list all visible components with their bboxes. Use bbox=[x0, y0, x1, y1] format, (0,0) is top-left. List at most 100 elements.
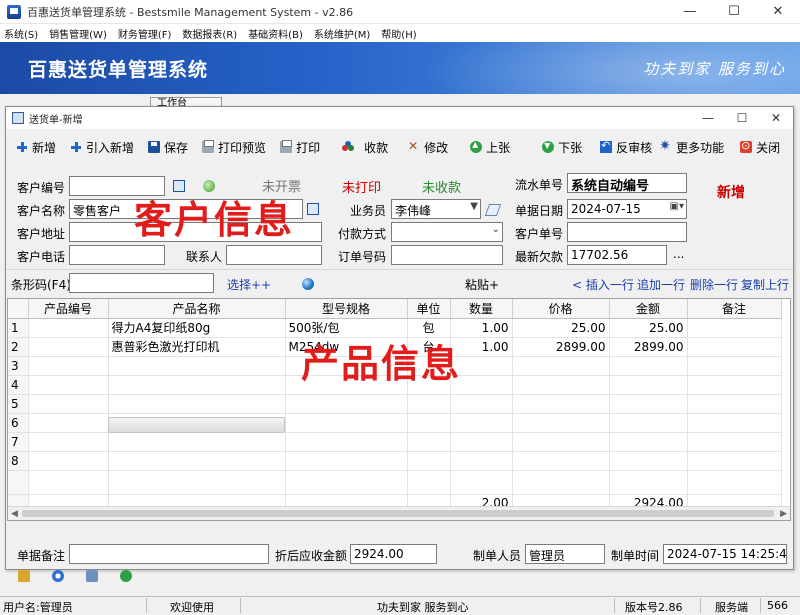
menu-basic-data[interactable]: 基础资料(B) bbox=[248, 26, 303, 41]
barcode-input[interactable] bbox=[69, 273, 214, 293]
debt-details-button[interactable]: ... bbox=[673, 247, 684, 261]
cell-amount[interactable]: 2899.00 bbox=[609, 337, 688, 357]
cell-remark[interactable] bbox=[687, 375, 782, 395]
cell-qty[interactable] bbox=[450, 375, 513, 395]
scroll-left-icon[interactable]: ◀ bbox=[11, 507, 18, 521]
refresh-icon[interactable] bbox=[203, 180, 215, 192]
table-row[interactable]: 2 惠普彩色激光打印机 M254dw 台 1.00 2899.00 2899.0… bbox=[8, 337, 782, 357]
minimize-button[interactable]: — bbox=[668, 0, 712, 23]
cell-name[interactable]: 惠普彩色激光打印机 bbox=[108, 337, 286, 357]
doc-remark-input[interactable] bbox=[69, 544, 269, 564]
delete-row-link[interactable]: 删除一行 bbox=[690, 276, 738, 293]
customer-code-input[interactable] bbox=[69, 176, 165, 196]
cell-code[interactable] bbox=[28, 413, 109, 433]
column-header-price[interactable]: 价格 bbox=[512, 299, 610, 319]
cell-code[interactable] bbox=[28, 432, 109, 452]
cell-spec[interactable] bbox=[285, 375, 408, 395]
doc-date-picker[interactable]: 2024-07-15 ▣▾ bbox=[567, 199, 687, 219]
key-icon[interactable] bbox=[18, 570, 30, 582]
menu-help[interactable]: 帮助(H) bbox=[381, 26, 416, 41]
insert-row-link[interactable]: < 插入一行 bbox=[572, 276, 634, 293]
cell-qty[interactable]: 1.00 bbox=[450, 337, 513, 357]
table-row[interactable]: 4 bbox=[8, 375, 782, 395]
import-new-button[interactable]: 引入新增 bbox=[70, 139, 134, 156]
cell-remark[interactable] bbox=[687, 451, 782, 471]
cell-spec[interactable]: 500张/包 bbox=[285, 318, 408, 338]
customer-address-input[interactable] bbox=[69, 222, 322, 242]
cell-unit[interactable] bbox=[407, 413, 451, 433]
monitor-icon[interactable] bbox=[86, 570, 98, 582]
print-preview-button[interactable]: 打印预览 bbox=[202, 139, 266, 156]
more-functions-button[interactable]: 更多功能 bbox=[659, 138, 724, 156]
select-more-link[interactable]: 选择++ bbox=[227, 276, 271, 293]
table-row[interactable]: 3 bbox=[8, 356, 782, 376]
unaudit-button[interactable]: 反审核 bbox=[600, 139, 652, 156]
next-button[interactable]: 下张 bbox=[542, 139, 582, 156]
cell-code[interactable] bbox=[28, 356, 109, 376]
cell-price[interactable] bbox=[512, 451, 610, 471]
cell-price[interactable]: 25.00 bbox=[512, 318, 610, 338]
cell-code[interactable] bbox=[28, 394, 109, 414]
column-header-qty[interactable]: 数量 bbox=[450, 299, 513, 319]
scroll-right-icon[interactable]: ▶ bbox=[780, 507, 787, 521]
cell-name[interactable]: 得力A4复印纸80g bbox=[108, 318, 286, 338]
dialog-maximize-button[interactable]: ☐ bbox=[725, 107, 759, 129]
cell-name[interactable] bbox=[108, 394, 286, 414]
cell-name[interactable] bbox=[108, 432, 286, 452]
paste-button[interactable]: 粘贴+ bbox=[465, 276, 499, 293]
column-header-name[interactable]: 产品名称 bbox=[108, 299, 286, 319]
cell-amount[interactable] bbox=[609, 394, 688, 414]
cell-remark[interactable] bbox=[687, 413, 782, 433]
cell-price[interactable] bbox=[512, 413, 610, 433]
new-button[interactable]: 新增 bbox=[16, 139, 56, 156]
customer-doc-no-input[interactable] bbox=[567, 222, 687, 242]
globe-icon[interactable] bbox=[302, 278, 314, 290]
column-header-unit[interactable]: 单位 bbox=[407, 299, 451, 319]
cell-unit[interactable] bbox=[407, 432, 451, 452]
cell-amount[interactable] bbox=[609, 432, 688, 452]
cell-unit[interactable] bbox=[407, 375, 451, 395]
edit-button[interactable]: 修改 bbox=[408, 139, 448, 156]
close-button[interactable]: 关闭 bbox=[740, 139, 780, 156]
contact-input[interactable] bbox=[226, 245, 322, 265]
customer-name-input[interactable]: 零售客户 bbox=[69, 199, 303, 219]
cell-unit[interactable] bbox=[407, 356, 451, 376]
cell-amount[interactable] bbox=[609, 356, 688, 376]
table-row[interactable]: 5 bbox=[8, 394, 782, 414]
cell-qty[interactable] bbox=[450, 413, 513, 433]
cell-remark[interactable] bbox=[687, 432, 782, 452]
cell-amount[interactable] bbox=[609, 375, 688, 395]
dialog-close-button[interactable]: ✕ bbox=[759, 107, 793, 129]
cell-price[interactable] bbox=[512, 432, 610, 452]
cell-remark[interactable] bbox=[687, 337, 782, 357]
column-header-spec[interactable]: 型号规格 bbox=[285, 299, 408, 319]
table-row[interactable]: 7 bbox=[8, 432, 782, 452]
cell-price[interactable]: 2899.00 bbox=[512, 337, 610, 357]
column-header-remark[interactable]: 备注 bbox=[687, 299, 782, 319]
cell-spec[interactable] bbox=[285, 356, 408, 376]
cell-unit[interactable] bbox=[407, 394, 451, 414]
customer-phone-input[interactable] bbox=[69, 245, 165, 265]
cell-remark[interactable] bbox=[687, 318, 782, 338]
cell-qty[interactable] bbox=[450, 451, 513, 471]
cell-remark[interactable] bbox=[687, 394, 782, 414]
cell-amount[interactable]: 25.00 bbox=[609, 318, 688, 338]
cell-code[interactable] bbox=[28, 318, 109, 338]
order-no-input[interactable] bbox=[391, 245, 503, 265]
payment-method-select[interactable]: ⌄ bbox=[391, 222, 503, 242]
horizontal-scrollbar[interactable]: ◀ ▶ bbox=[8, 506, 790, 520]
table-row[interactable]: 1 得力A4复印纸80g 500张/包 包 1.00 25.00 25.00 bbox=[8, 318, 782, 338]
print-button[interactable]: 打印 bbox=[280, 139, 320, 156]
cell-code[interactable] bbox=[28, 375, 109, 395]
cell-qty[interactable]: 1.00 bbox=[450, 318, 513, 338]
previous-button[interactable]: 上张 bbox=[470, 139, 510, 156]
cell-code[interactable] bbox=[28, 337, 109, 357]
cell-editor-button[interactable] bbox=[108, 417, 285, 433]
menu-finance[interactable]: 财务管理(F) bbox=[118, 26, 172, 41]
cell-qty[interactable] bbox=[450, 394, 513, 414]
receive-payment-button[interactable]: 收款 bbox=[342, 139, 388, 156]
save-button[interactable]: 保存 bbox=[148, 139, 188, 156]
cell-name[interactable] bbox=[108, 356, 286, 376]
lookup-icon[interactable] bbox=[173, 180, 185, 192]
copy-up-row-link[interactable]: 复制上行 bbox=[741, 276, 789, 293]
